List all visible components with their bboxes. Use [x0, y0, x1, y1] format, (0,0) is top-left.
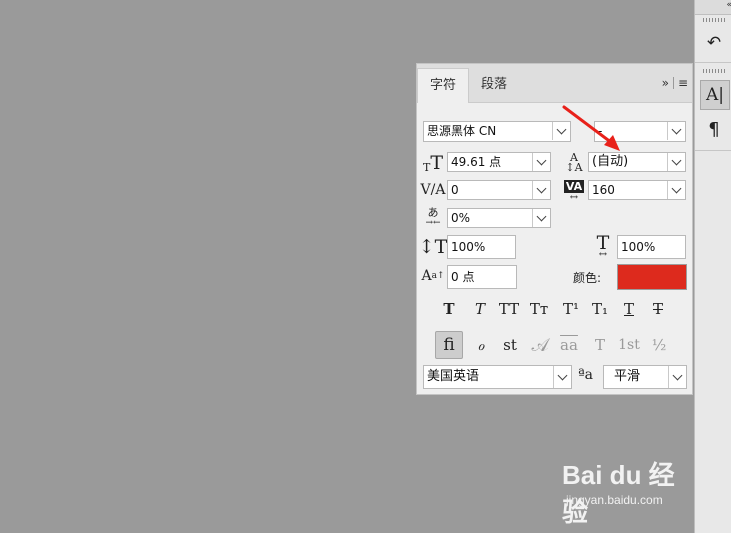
dock-collapse-icon[interactable]: « — [695, 0, 731, 15]
tracking-field[interactable]: 160 — [588, 180, 686, 200]
antialias-icon: ªa — [578, 367, 593, 383]
horizontal-scale-field[interactable]: 100% — [617, 235, 686, 259]
font-family-select[interactable]: 思源黑体 CN — [423, 121, 571, 142]
panel-menu-icon[interactable]: ≡ — [678, 76, 688, 90]
vertical-scale-icon: ↕T — [418, 236, 448, 258]
ordinals-button[interactable]: 1st — [614, 332, 644, 358]
baidu-logo: Bai du 经验 — [562, 460, 675, 527]
chevron-down-icon — [532, 209, 550, 227]
faux-bold-button[interactable]: T — [436, 296, 462, 322]
right-dock: « ↶ A| ¶ — [694, 0, 731, 533]
strikethrough-button[interactable]: T — [645, 296, 671, 322]
faux-italic-button[interactable]: T — [467, 296, 493, 322]
swash-button[interactable]: 𝒜 — [527, 332, 553, 358]
baseline-shift-field[interactable]: 0 点 — [447, 265, 517, 289]
stylistic-alternates-button[interactable]: aa — [556, 332, 582, 358]
baidu-url: jingyan.baidu.com — [566, 493, 663, 507]
titling-alternates-button[interactable]: T — [587, 332, 613, 358]
discretionary-ligatures-button[interactable]: st — [497, 332, 523, 358]
panel-tools: » ≡ — [662, 76, 688, 90]
tab-paragraph[interactable]: 段落 — [469, 68, 519, 102]
tab-character[interactable]: 字符 — [417, 68, 470, 103]
tsume-field[interactable]: 0% — [447, 208, 551, 228]
expand-icon[interactable]: » — [662, 76, 669, 90]
font-size-icon: TT — [422, 152, 444, 174]
font-size-field[interactable]: 49.61 点 — [447, 152, 551, 172]
subscript-button[interactable]: T₁ — [587, 296, 613, 322]
old-style-button[interactable]: ℴ — [468, 332, 494, 358]
chevron-down-icon — [553, 366, 571, 388]
panel-tab-bar: 字符 段落 » ≡ — [417, 64, 692, 103]
fractions-button[interactable]: ½ — [646, 332, 672, 358]
dock-grip[interactable] — [703, 18, 725, 22]
paragraph-icon: ¶ — [708, 118, 720, 140]
character-icon: A| — [705, 85, 724, 105]
kerning-field[interactable]: 0 — [447, 180, 551, 200]
baseline-shift-icon: Aa↑ — [421, 268, 445, 284]
tracking-icon: VA ↔ — [563, 180, 585, 203]
all-caps-button[interactable]: TT — [496, 296, 522, 322]
baidu-watermark: Bai du 经验 jingyan.baidu.com — [562, 455, 692, 527]
chevron-down-icon — [532, 153, 550, 171]
paragraph-panel-button[interactable]: ¶ — [700, 115, 728, 143]
chevron-down-icon — [532, 181, 550, 199]
language-select[interactable]: 美国英语 — [423, 365, 572, 389]
color-swatch[interactable] — [617, 264, 687, 290]
chevron-down-icon — [667, 122, 685, 140]
color-label: 颜色: — [573, 271, 602, 285]
annotation-arrow — [562, 105, 620, 151]
tsume-icon: あ →← — [425, 206, 441, 228]
kerning-icon: V/A — [420, 182, 446, 198]
underline-button[interactable]: T — [616, 296, 642, 322]
ligatures-button[interactable]: ﬁ — [435, 331, 463, 359]
dock-grip-2[interactable] — [703, 69, 725, 73]
small-caps-button[interactable]: Tт — [526, 296, 552, 322]
horizontal-scale-icon: T ↔ — [596, 232, 610, 260]
chevron-down-icon — [667, 153, 685, 171]
history-panel-button[interactable]: ↶ — [700, 29, 728, 57]
chevron-down-icon — [667, 181, 685, 199]
chevron-down-icon — [668, 366, 686, 388]
vertical-scale-field[interactable]: 100% — [447, 235, 516, 259]
superscript-button[interactable]: T¹ — [558, 296, 584, 322]
antialias-select[interactable]: 平滑 — [603, 365, 687, 389]
history-icon: ↶ — [706, 33, 722, 53]
character-panel-button[interactable]: A| — [700, 80, 730, 110]
